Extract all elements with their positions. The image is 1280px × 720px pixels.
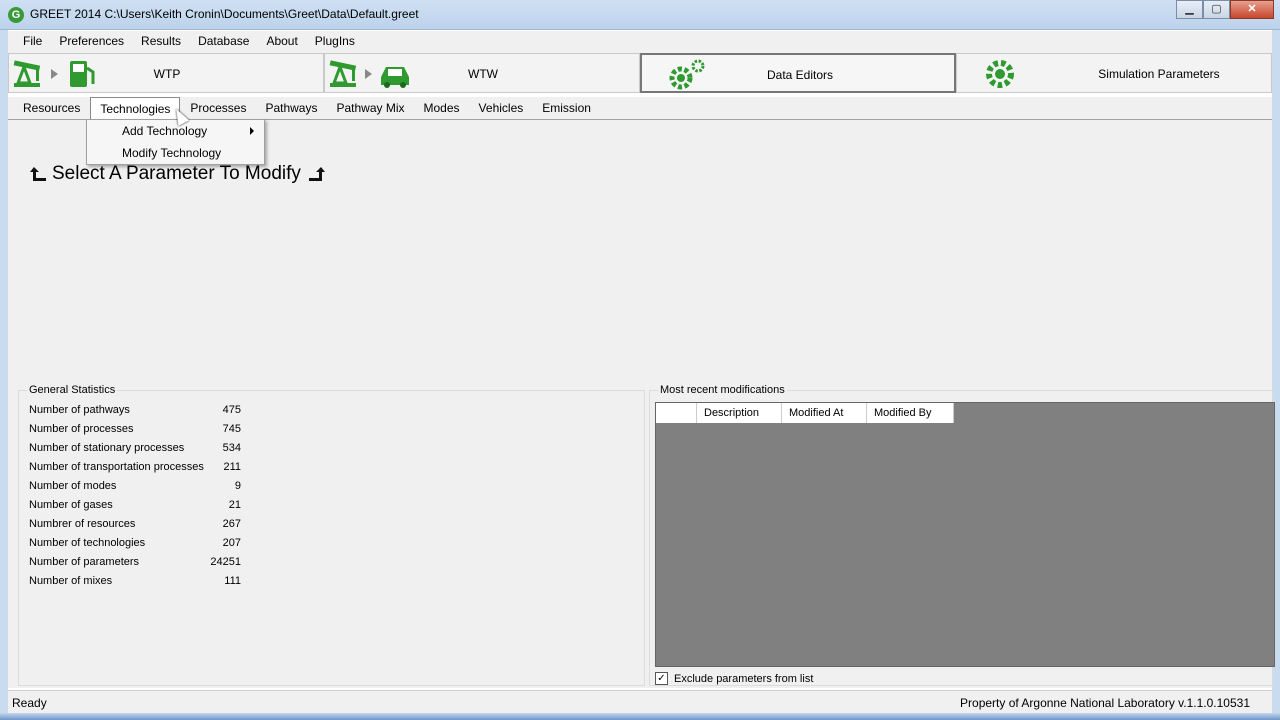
- menu-preferences[interactable]: Preferences: [51, 31, 132, 53]
- recent-modifications-group: Most recent modifications Description Mo…: [649, 384, 1275, 686]
- stat-row: Number of transportation processes 211: [29, 461, 241, 479]
- editor-tabs: Resources Technologies Processes Pathway…: [8, 97, 1272, 120]
- stat-value: 534: [222, 442, 241, 454]
- oil-pump-icon: [13, 60, 41, 87]
- stat-row: Number of mixes 111: [29, 575, 241, 593]
- stat-label: Number of parameters: [29, 556, 140, 568]
- status-text: Ready: [12, 696, 47, 710]
- stat-value: 267: [222, 518, 241, 530]
- main-toolbar: WTP WTW Data Editors Simulation Paramete…: [8, 53, 1272, 93]
- title-bar: G GREET 2014 C:\Users\Keith Cronin\Docum…: [0, 0, 1280, 30]
- menu-database[interactable]: Database: [190, 31, 257, 53]
- stat-row: Number of parameters 24251: [29, 556, 241, 574]
- stat-row: Number of modes 9: [29, 480, 241, 498]
- stat-label: Number of transportation processes: [29, 461, 204, 473]
- stat-label: Numbrer of resources: [29, 518, 136, 530]
- general-statistics-group: General Statistics Number of pathways 47…: [18, 384, 645, 686]
- tab-emission[interactable]: Emission: [533, 97, 600, 119]
- taskbar-edge: [0, 713, 1280, 720]
- data-editors-label: Data Editors: [766, 68, 834, 82]
- stat-value: 111: [224, 575, 241, 587]
- stat-row: Number of technologies 207: [29, 537, 241, 555]
- column-description[interactable]: Description: [697, 403, 782, 423]
- submenu-arrow-icon: [250, 127, 254, 135]
- column-modified-at[interactable]: Modified At: [782, 403, 867, 423]
- stat-label: Number of stationary processes: [29, 442, 185, 454]
- stat-row: Number of gases 21: [29, 499, 241, 517]
- select-parameter-text: Select A Parameter To Modify: [52, 163, 301, 184]
- minimize-button[interactable]: ▁: [1176, 0, 1203, 19]
- stat-label: Number of processes: [29, 423, 134, 435]
- tab-pathways[interactable]: Pathways: [256, 97, 326, 119]
- status-bar: Ready Property of Argonne National Labor…: [8, 690, 1272, 713]
- greet-app-icon: G: [8, 7, 24, 23]
- window-controls: ▁ ▢ ✕: [1176, 0, 1274, 20]
- grid-row-header-cell: [656, 403, 697, 423]
- stat-value: 207: [222, 537, 241, 549]
- stat-label: Number of modes: [29, 480, 117, 492]
- menu-bar: File Preferences Results Database About …: [8, 31, 1272, 53]
- menu-file[interactable]: File: [8, 31, 50, 53]
- stat-row: Number of pathways 475: [29, 404, 241, 422]
- stat-label: Number of pathways: [29, 404, 130, 416]
- menu-plugins[interactable]: PlugIns: [307, 31, 363, 53]
- stat-value: 21: [228, 499, 241, 511]
- stat-row: Number of stationary processes 534: [29, 442, 241, 460]
- stat-row: Number of processes 745: [29, 423, 241, 441]
- exclude-parameters-option: ✓ Exclude parameters from list: [655, 672, 813, 685]
- stat-label: Number of gases: [29, 499, 113, 511]
- tab-vehicles[interactable]: Vehicles: [470, 97, 533, 119]
- tab-pathway-mix[interactable]: Pathway Mix: [327, 97, 413, 119]
- recent-modifications-grid[interactable]: Description Modified At Modified By: [655, 402, 1275, 667]
- tab-resources[interactable]: Resources: [8, 97, 89, 119]
- turn-up-arrow-icon: [308, 167, 325, 181]
- select-parameter-heading: Select A Parameter To Modify: [30, 163, 325, 185]
- add-technology-label: Add Technology: [122, 124, 208, 138]
- stat-value: 745: [222, 423, 241, 435]
- grid-header: Description Modified At Modified By: [656, 403, 954, 423]
- window-frame-left: [0, 30, 8, 720]
- wtw-button[interactable]: WTW: [324, 53, 640, 93]
- modify-technology-item[interactable]: Modify Technology: [87, 142, 264, 164]
- exclude-parameters-label: Exclude parameters from list: [674, 672, 814, 685]
- tab-technologies[interactable]: Technologies: [90, 97, 181, 119]
- stat-value: 475: [222, 404, 241, 416]
- stat-value: 9: [234, 480, 241, 492]
- general-statistics-title: General Statistics: [27, 384, 118, 396]
- exclude-parameters-checkbox[interactable]: ✓: [655, 672, 668, 685]
- version-text: Property of Argonne National Laboratory …: [960, 696, 1250, 710]
- tab-processes[interactable]: Processes: [181, 97, 255, 119]
- simulation-parameters-label: Simulation Parameters: [1098, 67, 1220, 81]
- tab-modes[interactable]: Modes: [415, 97, 469, 119]
- simulation-parameters-button[interactable]: Simulation Parameters: [956, 53, 1272, 93]
- window-title: GREET 2014 C:\Users\Keith Cronin\Documen…: [30, 7, 419, 21]
- wtw-label: WTW: [468, 67, 498, 81]
- stat-value: 24251: [210, 556, 241, 568]
- maximize-button[interactable]: ▢: [1203, 0, 1230, 19]
- stat-value: 211: [223, 461, 241, 473]
- column-modified-by[interactable]: Modified By: [867, 403, 954, 423]
- technologies-dropdown: Add Technology Modify Technology: [86, 119, 265, 165]
- wtp-label: WTP: [153, 67, 181, 81]
- menu-about[interactable]: About: [258, 31, 305, 53]
- stat-label: Number of mixes: [29, 575, 113, 587]
- menu-results[interactable]: Results: [133, 31, 189, 53]
- stat-row: Numbrer of resources 267: [29, 518, 241, 536]
- turn-up-arrow-icon: [30, 167, 46, 181]
- wtp-button[interactable]: WTP: [8, 53, 324, 93]
- oil-pump-icon: [329, 60, 357, 87]
- main-panel: Select A Parameter To Modify General Sta…: [8, 120, 1275, 688]
- data-editors-button[interactable]: Data Editors: [640, 53, 956, 93]
- modify-technology-label: Modify Technology: [122, 146, 222, 160]
- add-technology-item[interactable]: Add Technology: [87, 120, 264, 142]
- close-button[interactable]: ✕: [1230, 0, 1274, 19]
- recent-modifications-title: Most recent modifications: [658, 384, 787, 396]
- stat-label: Number of technologies: [29, 537, 146, 549]
